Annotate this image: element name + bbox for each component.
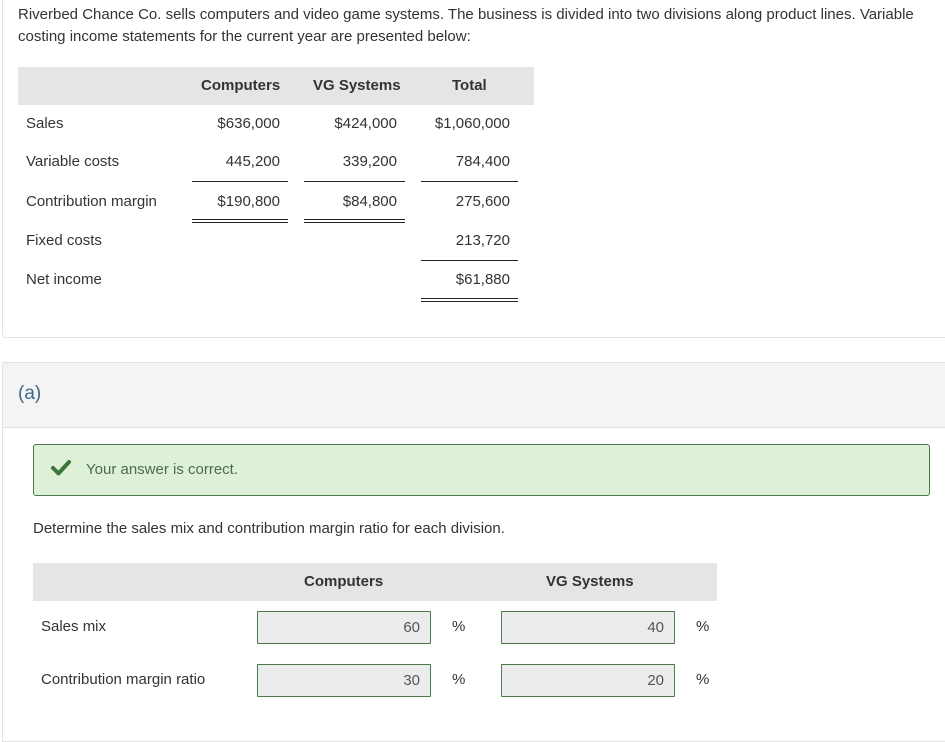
sales-vg-systems: $424,000: [334, 115, 397, 132]
net-income-total: $61,880: [455, 271, 510, 288]
percent-unit: %: [452, 671, 466, 688]
row-label-contribution-margin: Contribution margin: [26, 193, 157, 210]
sales-mix-vg-systems-input[interactable]: 40: [501, 611, 675, 644]
variable-costs-computers: 445,200: [225, 153, 280, 170]
contribution-margin-computers: $190,800: [217, 193, 280, 210]
col-header-computers: Computers: [201, 77, 281, 94]
cm-ratio-vg-systems-input[interactable]: 20: [501, 664, 675, 697]
total-double-rule: [192, 219, 288, 223]
subtotal-rule: [421, 260, 518, 261]
percent-unit: %: [452, 618, 466, 635]
answer-row-label-sales-mix: Sales mix: [41, 618, 107, 635]
total-double-rule: [304, 219, 405, 223]
contribution-margin-vg-systems: $84,800: [342, 193, 397, 210]
row-label-net-income: Net income: [26, 271, 102, 288]
part-a-header: [3, 363, 945, 428]
subtotal-rule: [421, 181, 518, 182]
row-label-sales: Sales: [26, 115, 64, 132]
percent-unit: %: [696, 671, 710, 688]
cm-ratio-computers-input[interactable]: 30: [257, 664, 431, 697]
fixed-costs-total: 213,720: [455, 232, 510, 249]
total-double-rule: [421, 298, 518, 302]
part-label: (a): [18, 383, 42, 404]
answer-col-header-computers: Computers: [304, 573, 384, 590]
feedback-correct-banner: Your answer is correct.: [33, 444, 930, 496]
variable-costs-total: 784,400: [455, 153, 510, 170]
subtotal-rule: [192, 181, 288, 182]
subtotal-rule: [304, 181, 405, 182]
problem-intro: Riverbed Chance Co. sells computers and …: [18, 6, 914, 45]
sales-computers: $636,000: [217, 115, 280, 132]
sales-mix-computers-input[interactable]: 60: [257, 611, 431, 644]
feedback-text: Your answer is correct.: [86, 461, 239, 478]
contribution-margin-total: 275,600: [455, 193, 510, 210]
answer-row-label-cm-ratio: Contribution margin ratio: [41, 671, 206, 688]
col-header-total: Total: [452, 77, 487, 94]
variable-costs-vg-systems: 339,200: [342, 153, 397, 170]
check-icon: [51, 460, 71, 476]
sales-total: $1,060,000: [434, 115, 510, 132]
instruction-text: Determine the sales mix and contribution…: [33, 520, 505, 537]
row-label-fixed-costs: Fixed costs: [26, 232, 102, 249]
row-label-variable-costs: Variable costs: [26, 153, 120, 170]
answer-col-header-vg-systems: VG Systems: [546, 573, 634, 590]
percent-unit: %: [696, 618, 710, 635]
col-header-vg-systems: VG Systems: [313, 77, 401, 94]
